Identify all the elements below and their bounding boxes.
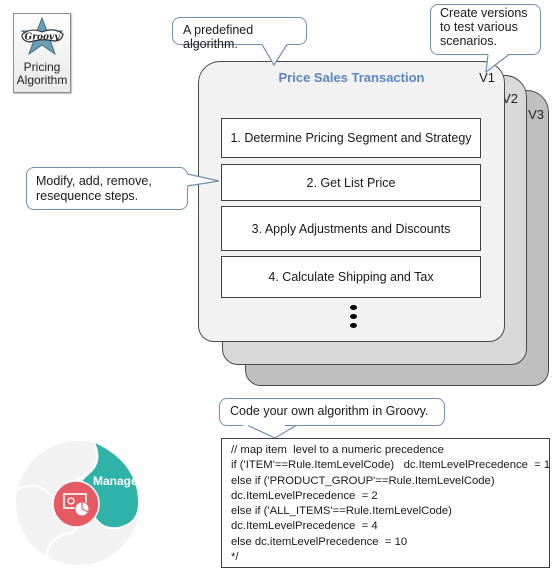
callout-versions-tail <box>485 54 510 74</box>
callout-text: A predefined algorithm. <box>183 23 254 51</box>
callout-text-line: Create versions <box>440 6 528 20</box>
ellipsis-dot <box>350 323 357 328</box>
code-line: else dc.itemLevelPrecedence = 10 <box>231 535 408 548</box>
code-line: if ('ITEM'==Rule.ItemLevelCode) dc.ItemL… <box>231 459 551 472</box>
callout-versions: Create versions to test various scenario… <box>430 4 541 55</box>
callout-modify-steps: Modify, add, remove, resequence steps. <box>26 167 188 210</box>
version-label-v3: V3 <box>528 107 544 122</box>
step-1[interactable]: 1. Determine Pricing Segment and Strateg… <box>221 118 481 158</box>
step-label: 4. Calculate Shipping and Tax <box>268 270 434 284</box>
ellipsis-dot <box>350 314 357 319</box>
step-3[interactable]: 3. Apply Adjustments and Discounts <box>221 206 481 251</box>
code-line: */ <box>231 551 239 564</box>
callout-text-line: resequence steps. <box>36 189 139 203</box>
algorithm-title: Price Sales Transaction <box>278 70 425 85</box>
step-2[interactable]: 2. Get List Price <box>221 164 481 201</box>
code-line: else if ('ALL_ITEMS'==Rule.ItemLevelCode… <box>231 505 452 518</box>
step-label: 1. Determine Pricing Segment and Strateg… <box>230 131 472 145</box>
pricing-algorithm-icon-tile: Groovy Pricing Algorithm <box>13 13 71 93</box>
callout-text-line: scenarios. <box>440 34 497 48</box>
icon-label-line2: Algorithm <box>16 73 68 87</box>
callout-groovy-code: Code your own algorithm in Groovy. <box>219 398 445 426</box>
callout-text: Code your own algorithm in Groovy. <box>230 404 429 418</box>
groovy-code-box[interactable]: // map item level to a numeric precedenc… <box>221 438 550 568</box>
step-label: 3. Apply Adjustments and Discounts <box>251 221 451 236</box>
groovy-logo-icon: Groovy <box>20 16 64 56</box>
code-line: dc.ItemLevelPrecedence = 2 <box>231 489 378 502</box>
callout-text-line: Modify, add, remove, <box>36 174 152 188</box>
callout-modify-tail <box>187 173 220 187</box>
callout-predefined-tail <box>261 44 288 67</box>
manage-wheel-graphic <box>13 438 141 565</box>
manage-label: Manage <box>93 474 138 488</box>
callout-predefined-algorithm: A predefined algorithm. <box>172 17 307 51</box>
step-label: 2. Get List Price <box>306 175 396 190</box>
version-card-v1[interactable]: Price Sales Transaction V1 <box>198 61 505 342</box>
callout-text-line: to test various <box>440 20 518 34</box>
code-line: dc.ItemLevelPrecedence = 4 <box>231 520 378 533</box>
step-4[interactable]: 4. Calculate Shipping and Tax <box>221 256 481 298</box>
svg-text:Groovy: Groovy <box>25 33 61 43</box>
code-line: // map item level to a numeric precedenc… <box>231 444 444 456</box>
code-line: else if ('PRODUCT_GROUP'==Rule.ItemLevel… <box>231 474 495 487</box>
ellipsis-dot <box>350 305 357 310</box>
